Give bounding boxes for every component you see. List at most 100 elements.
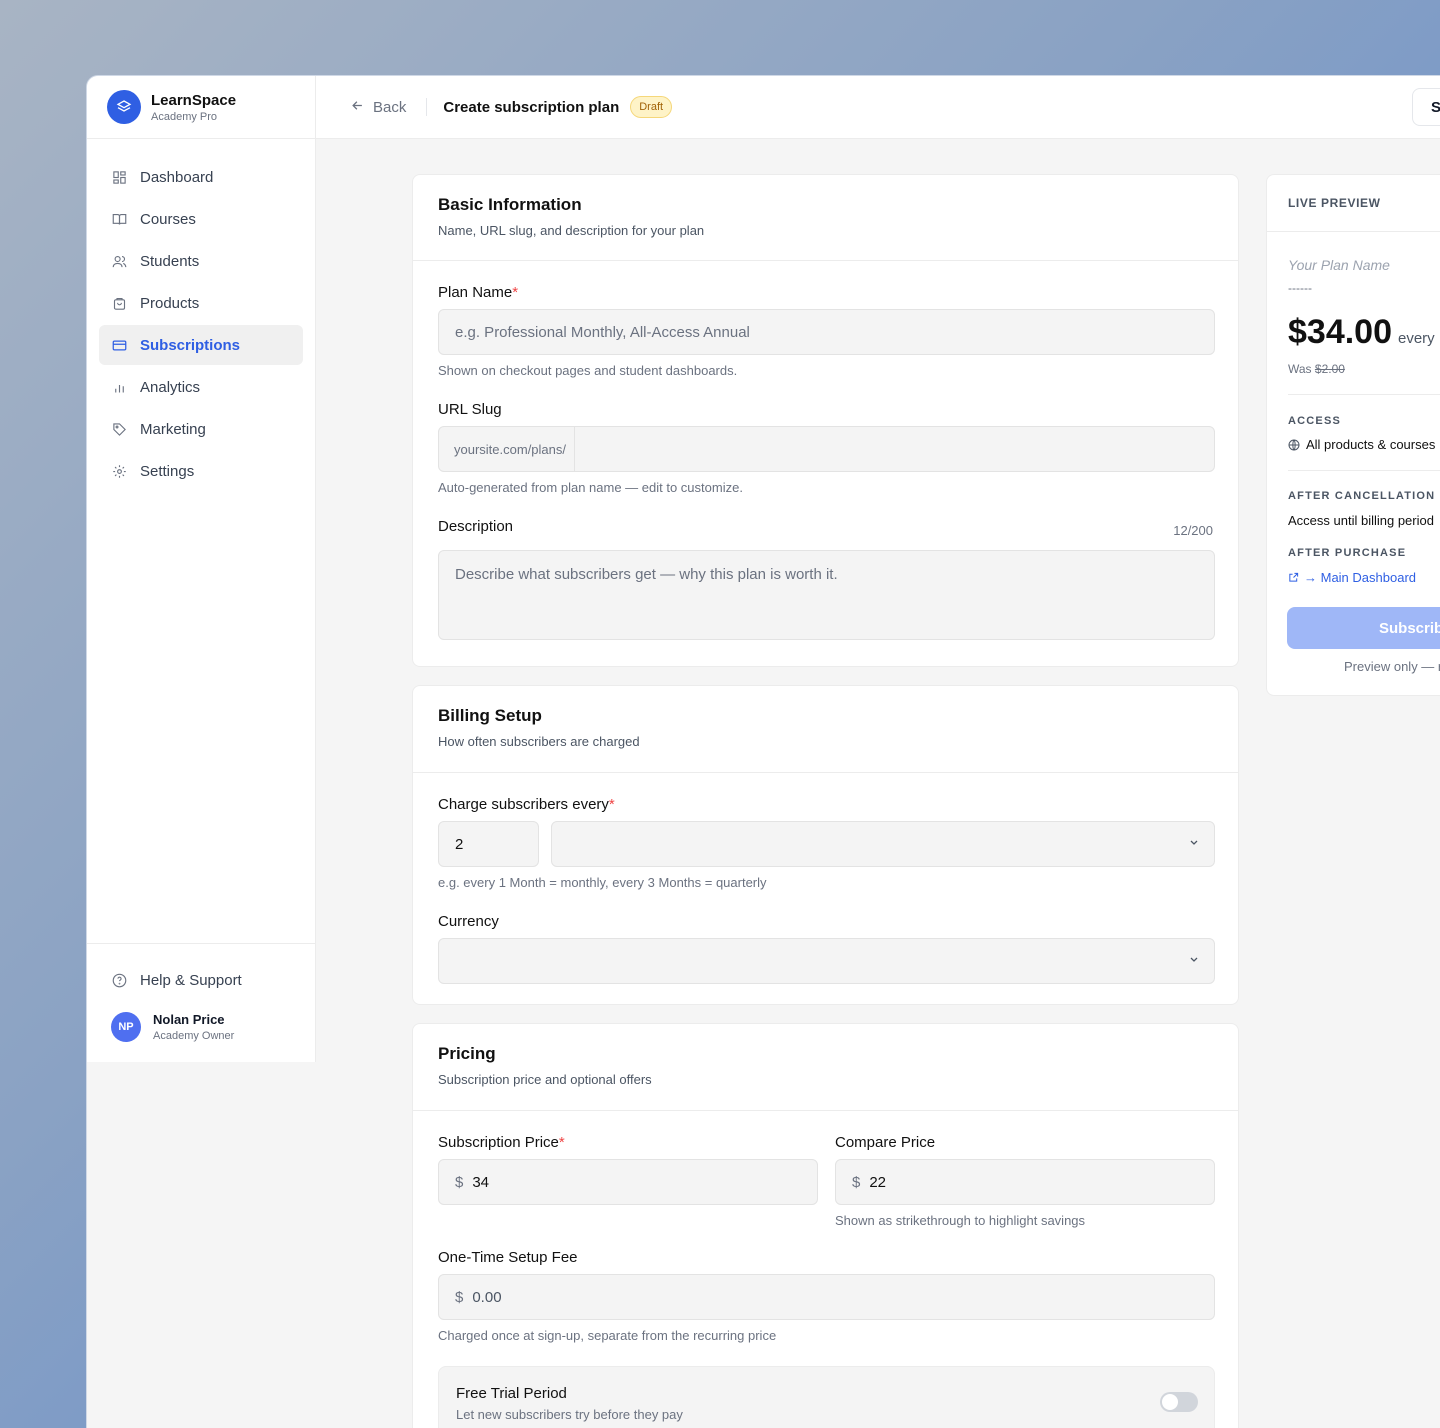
- section-title: Pricing: [438, 1044, 496, 1063]
- section-subtitle: Subscription price and optional offers: [438, 1072, 652, 1087]
- section-title: Billing Setup: [438, 706, 542, 725]
- tag-icon: [111, 421, 127, 437]
- preview-was-price: Was $2.00: [1288, 362, 1345, 376]
- book-icon: [111, 211, 127, 227]
- sidebar-item-marketing[interactable]: Marketing: [99, 409, 303, 449]
- section-subtitle: Name, URL slug, and description for your…: [438, 223, 705, 238]
- app-name: LearnSpace: [151, 91, 237, 109]
- arrow-left-icon: [350, 98, 365, 117]
- section-subtitle: How often subscribers are charged: [438, 734, 640, 749]
- compare-price-label: Compare Price: [835, 1134, 936, 1151]
- bar-chart-icon: [111, 379, 127, 395]
- card-icon: [111, 337, 127, 353]
- sidebar-item-dashboard[interactable]: Dashboard: [99, 157, 303, 197]
- interval-unit-select[interactable]: [551, 821, 1215, 867]
- description-textarea[interactable]: Describe what subscribers get — why this…: [438, 550, 1215, 640]
- sidebar-item-label: Dashboard: [140, 168, 214, 186]
- brand[interactable]: LearnSpace Academy Pro: [87, 76, 315, 139]
- app-subtitle: Academy Pro: [151, 110, 218, 123]
- sidebar-item-label: Products: [140, 294, 200, 312]
- bag-icon: [111, 295, 127, 311]
- grid-icon: [111, 169, 127, 185]
- free-trial-toggle[interactable]: [1160, 1392, 1198, 1412]
- setup-fee-placeholder: 0.00: [472, 1288, 502, 1306]
- slug-input[interactable]: yoursite.com/plans/: [438, 426, 1215, 472]
- subscription-price-input[interactable]: $ 34: [438, 1159, 818, 1205]
- plan-name-input[interactable]: e.g. Professional Monthly, All-Access An…: [438, 309, 1215, 355]
- preview-every: every: [1398, 330, 1435, 347]
- preview-access-caption: ACCESS: [1288, 415, 1342, 427]
- charge-help: e.g. every 1 Month = monthly, every 3 Mo…: [438, 875, 767, 890]
- currency-select[interactable]: [438, 938, 1215, 984]
- sidebar-item-label: Settings: [140, 462, 195, 480]
- user-role: Academy Owner: [153, 1030, 235, 1042]
- sidebar-item-products[interactable]: Products: [99, 283, 303, 323]
- slug-prefix: yoursite.com/plans/: [439, 427, 575, 471]
- help-support-label: Help & Support: [140, 971, 242, 989]
- preview-was-value: $2.00: [1314, 362, 1345, 376]
- sidebar-item-courses[interactable]: Courses: [99, 199, 303, 239]
- slug-help: Auto-generated from plan name — edit to …: [438, 480, 743, 495]
- description-label: Description: [438, 518, 514, 535]
- back-button[interactable]: Back: [350, 98, 406, 117]
- sidebar-nav: Dashboard Courses Students Products Subs…: [87, 139, 315, 491]
- compare-price-value: 22: [869, 1173, 887, 1191]
- sidebar-item-label: Marketing: [140, 420, 206, 438]
- free-trial-title: Free Trial Period: [456, 1385, 567, 1402]
- sidebar-item-settings[interactable]: Settings: [99, 451, 303, 491]
- interval-count-input[interactable]: 2: [438, 821, 539, 867]
- currency-symbol: $: [455, 1173, 464, 1191]
- compare-price-help: Shown as strikethrough to highlight savi…: [835, 1213, 1086, 1228]
- plan-name-help: Shown on checkout pages and student dash…: [438, 363, 738, 378]
- currency-symbol: $: [455, 1288, 464, 1306]
- free-trial-subtitle: Let new subscribers try before they pay: [456, 1407, 683, 1422]
- preview-after-cancel-value: Access until billing period: [1288, 513, 1434, 528]
- page-title: Create subscription plan: [443, 98, 620, 116]
- help-circle-icon: [111, 972, 127, 988]
- sidebar-item-subscriptions[interactable]: Subscriptions: [99, 325, 303, 365]
- free-trial-panel: Free Trial Period Let new subscribers tr…: [438, 1366, 1215, 1428]
- subscription-price-value: 34: [472, 1173, 490, 1191]
- preview-after-purchase-caption: AFTER PURCHASE: [1288, 547, 1407, 559]
- globe-icon: [1288, 439, 1300, 451]
- back-label: Back: [373, 98, 407, 116]
- preview-price-value: $34.00: [1288, 313, 1392, 351]
- divider: [1288, 394, 1440, 395]
- user-profile[interactable]: NP Nolan Price Academy Owner: [87, 1002, 315, 1042]
- basic-info-card: Basic Information Name, URL slug, and de…: [412, 174, 1239, 667]
- billing-card: Billing Setup How often subscribers are …: [412, 685, 1239, 1005]
- slug-label: URL Slug: [438, 401, 502, 418]
- chevron-down-icon: [1188, 954, 1200, 969]
- preview-note: Preview only — r: [1344, 659, 1440, 674]
- user-name: Nolan Price: [153, 1012, 225, 1027]
- divider: [426, 98, 428, 116]
- setup-fee-input[interactable]: $ 0.00: [438, 1274, 1215, 1320]
- compare-price-input[interactable]: $ 22: [835, 1159, 1215, 1205]
- plan-name-label: Plan Name*: [438, 284, 519, 301]
- currency-label: Currency: [438, 913, 499, 930]
- preview-subscribe-button[interactable]: Subscrib: [1287, 607, 1440, 649]
- preview-access-value: All products & courses: [1288, 437, 1435, 452]
- help-support-link[interactable]: Help & Support: [99, 960, 303, 1000]
- preview-plan-name: Your Plan Name: [1288, 257, 1390, 273]
- pricing-card: Pricing Subscription price and optional …: [412, 1023, 1239, 1428]
- avatar: NP: [111, 1012, 141, 1042]
- divider: [1288, 470, 1440, 471]
- sidebar-item-label: Analytics: [140, 378, 201, 396]
- sidebar-footer: Help & Support NP Nolan Price Academy Ow…: [87, 943, 315, 1042]
- gear-icon: [111, 463, 127, 479]
- preview-access-text: All products & courses: [1306, 437, 1436, 452]
- sidebar-item-students[interactable]: Students: [99, 241, 303, 281]
- preview-after-purchase-link[interactable]: → Main Dashboard: [1288, 570, 1416, 585]
- subscription-price-label: Subscription Price*: [438, 1134, 565, 1151]
- external-link-icon: [1288, 572, 1299, 583]
- section-title: Basic Information: [438, 195, 582, 214]
- topbar: Back Create subscription plan Draft S: [316, 76, 1440, 139]
- sidebar-item-analytics[interactable]: Analytics: [99, 367, 303, 407]
- chevron-down-icon: [1188, 837, 1200, 852]
- sidebar-item-label: Students: [140, 252, 200, 270]
- save-button[interactable]: S: [1412, 88, 1440, 126]
- status-badge: Draft: [630, 96, 673, 118]
- sidebar-item-label: Subscriptions: [140, 336, 241, 354]
- sidebar: LearnSpace Academy Pro Dashboard Courses…: [87, 76, 316, 1062]
